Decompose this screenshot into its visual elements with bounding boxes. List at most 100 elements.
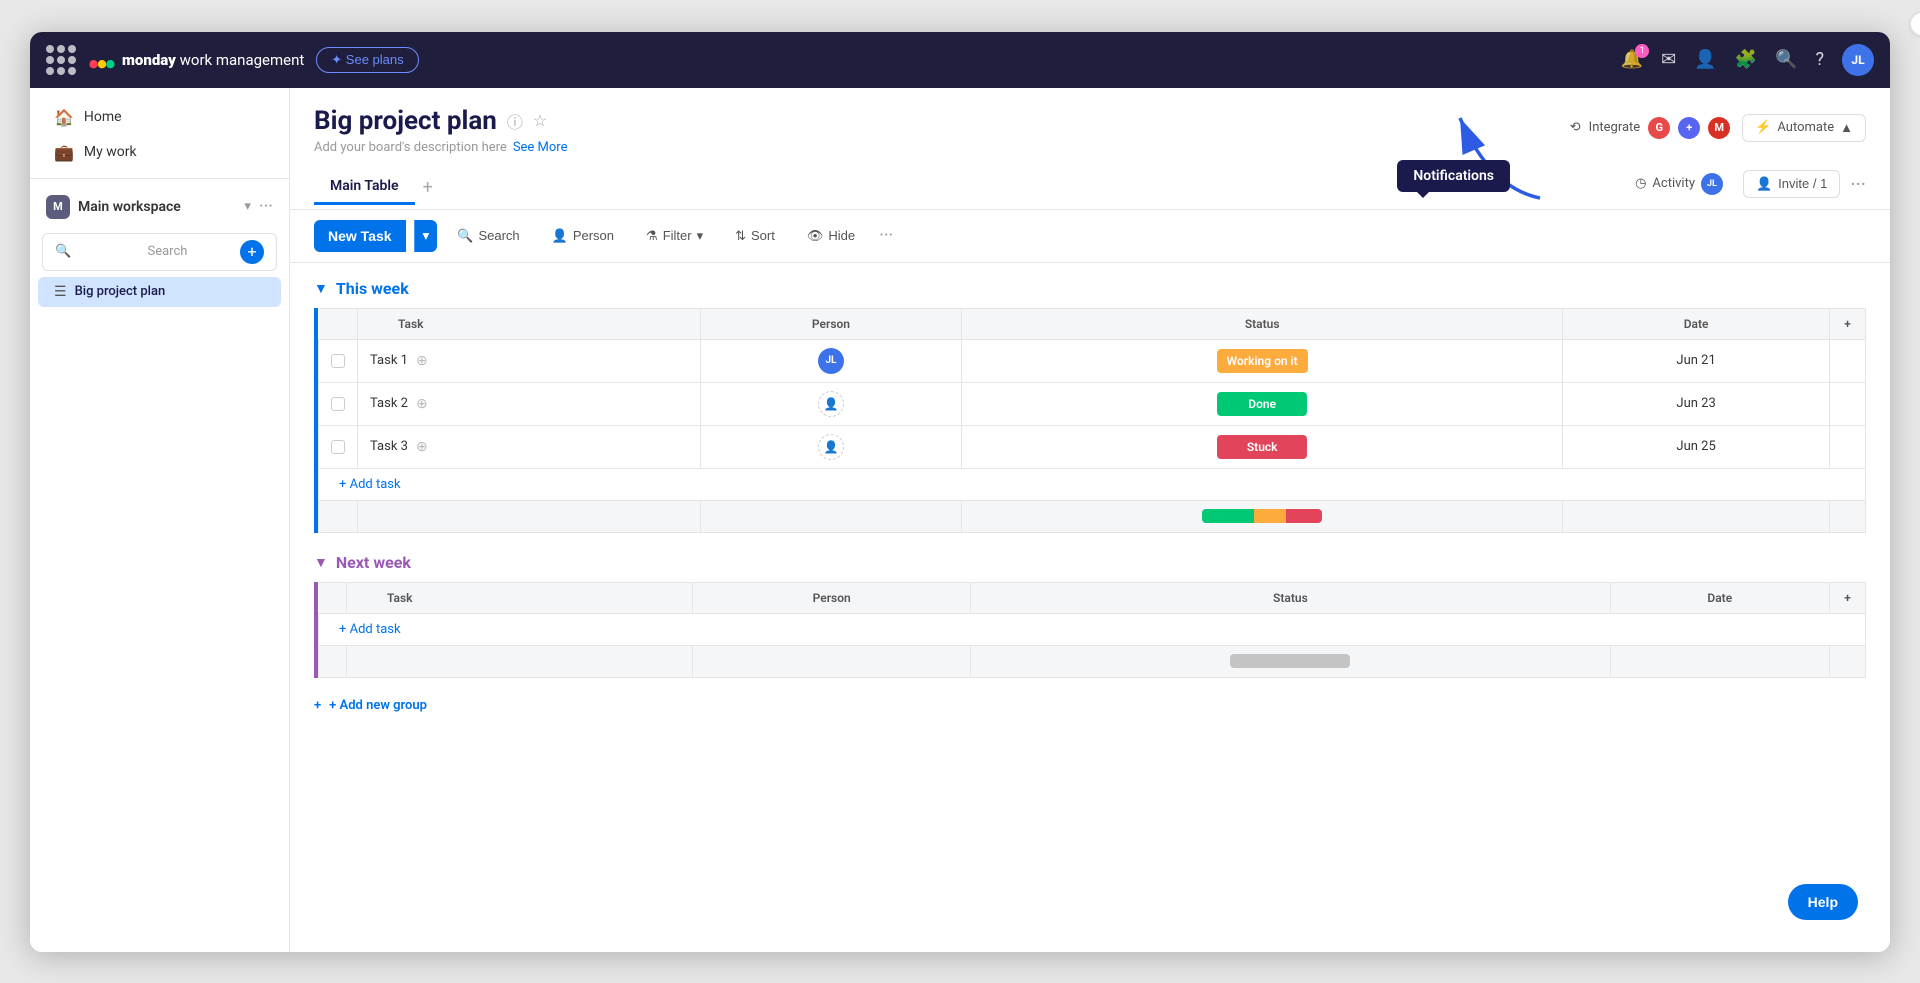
group-collapse-icon-next[interactable]: ▼ — [314, 554, 328, 571]
apps-icon[interactable]: 🧩 — [1735, 49, 1757, 70]
task-extra-3 — [1830, 425, 1866, 468]
workspace-icon: M — [46, 195, 70, 219]
invite-people-icon[interactable]: 👤 — [1694, 49, 1716, 70]
col-add[interactable]: + — [1830, 308, 1866, 339]
board-star-icon[interactable]: ☆ — [533, 111, 547, 130]
filter-icon: ⚗ — [646, 228, 658, 244]
new-task-button[interactable]: New Task — [314, 220, 406, 252]
content-area: Big project plan ⓘ ☆ Add your board's de… — [290, 88, 1890, 952]
see-more-link[interactable]: See More — [513, 140, 568, 155]
invite-button[interactable]: 👤 Invite / 1 — [1743, 170, 1840, 198]
task-status-3[interactable]: Stuck — [962, 425, 1563, 468]
group-collapse-icon[interactable]: ▼ — [314, 280, 328, 297]
sidebar-item-home[interactable]: 🏠 Home — [38, 100, 281, 135]
task-checkbox-2[interactable] — [319, 382, 358, 425]
apps-grid-icon[interactable] — [46, 45, 76, 75]
board-more-icon[interactable]: ··· — [1850, 172, 1866, 196]
summary-row-next-week — [319, 645, 1866, 677]
notifications-tooltip: Notifications — [1397, 160, 1510, 192]
sidebar-board-item[interactable]: ☰ Big project plan — [38, 277, 281, 307]
status-badge-done[interactable]: Done — [1217, 392, 1307, 416]
group-table-wrapper-next-week: Task Person Status Date + + Add task — [314, 582, 1866, 678]
sidebar-search-box[interactable]: 🔍 Search + — [42, 233, 277, 271]
task-status-2[interactable]: Done — [962, 382, 1563, 425]
integrate-button[interactable]: ⟲ Integrate G + M — [1570, 117, 1730, 139]
add-task-cell[interactable]: + Add task — [319, 468, 1866, 500]
summary-working-bar — [1254, 509, 1285, 523]
toolbar-more-icon[interactable]: ··· — [875, 225, 897, 246]
task-status-1[interactable]: Working on it — [962, 339, 1563, 382]
col-add-nw[interactable]: + — [1830, 582, 1866, 613]
add-icon: + — [314, 698, 321, 713]
help-icon[interactable]: ? — [1815, 49, 1824, 70]
col-task-nw: Task — [347, 582, 693, 613]
group-this-week: ▼ This week Task Person Status — [314, 279, 1866, 533]
tab-main-table[interactable]: Main Table — [314, 170, 415, 205]
filter-button[interactable]: ⚗ Filter ▾ — [634, 221, 715, 251]
search-icon[interactable]: 🔍 — [1775, 49, 1797, 70]
workspace-header[interactable]: M Main workspace ▾ ··· — [30, 187, 289, 227]
board-tabs: Main Table + — [314, 170, 441, 205]
group-header-this-week[interactable]: ▼ This week — [314, 279, 1866, 298]
hide-button[interactable]: 👁 Hide — [795, 221, 867, 251]
activity-avatar: JL — [1701, 173, 1723, 195]
help-button[interactable]: Help — [1788, 884, 1858, 920]
table-row: Task 2 ⊕ 👤 — [319, 382, 1866, 425]
add-new-group-button[interactable]: + + Add new group — [314, 698, 1866, 713]
see-plans-button[interactable]: ✦ See plans — [316, 47, 418, 73]
automate-label: Automate — [1777, 120, 1834, 135]
table-next-week: Task Person Status Date + + Add task — [318, 582, 1866, 678]
summary-empty-nw-5 — [1830, 645, 1866, 677]
task-avatar-1[interactable]: JL — [818, 348, 844, 374]
board-description: Add your board's description here — [314, 140, 507, 155]
add-task-row-next-week[interactable]: + Add task — [319, 613, 1866, 645]
automate-button[interactable]: ⚡ Automate ▲ — [1742, 114, 1866, 142]
status-badge-stuck[interactable]: Stuck — [1217, 435, 1307, 459]
add-task-row-this-week[interactable]: + Add task — [319, 468, 1866, 500]
inbox-icon[interactable]: ✉ — [1661, 49, 1676, 70]
summary-empty-1 — [319, 500, 358, 532]
task-add-person-icon-1[interactable]: ⊕ — [416, 353, 428, 369]
arrow-pointer — [1450, 108, 1570, 208]
top-nav: monday work management ✦ See plans 🔔 1 ✉… — [30, 32, 1890, 88]
board-header: Big project plan ⓘ ☆ Add your board's de… — [290, 88, 1890, 210]
search-toolbar-icon: 🔍 — [457, 228, 473, 244]
task-add-person-icon-3[interactable]: ⊕ — [416, 439, 428, 455]
task-checkbox-1[interactable] — [319, 339, 358, 382]
notification-badge: 1 — [1635, 44, 1649, 58]
board-info-icon[interactable]: ⓘ — [507, 109, 523, 133]
status-badge-working[interactable]: Working on it — [1217, 349, 1308, 373]
summary-empty-nw-4 — [1610, 645, 1829, 677]
user-avatar[interactable]: JL — [1842, 44, 1874, 76]
search-button[interactable]: 🔍 Search — [445, 221, 531, 251]
task-person-1[interactable]: JL — [700, 339, 961, 382]
workspace-dropdown-icon[interactable]: ▾ — [244, 199, 251, 214]
integrate-icon: ⟲ — [1570, 120, 1581, 135]
col-person: Person — [700, 308, 961, 339]
task-name-2: Task 2 ⊕ — [358, 382, 701, 425]
sidebar: 🏠 Home 💼 My work M Main workspace ▾ ··· … — [30, 88, 290, 952]
task-person-empty-3[interactable]: 👤 — [818, 434, 844, 460]
workspace-more-icon[interactable]: ··· — [259, 196, 273, 217]
monday-logo-icon — [88, 46, 116, 74]
add-task-cell-nw[interactable]: + Add task — [319, 613, 1866, 645]
task-checkbox-3[interactable] — [319, 425, 358, 468]
group-title-next-week: Next week — [336, 553, 411, 572]
add-board-button[interactable]: + — [240, 240, 264, 264]
sidebar-item-mywork[interactable]: 💼 My work — [38, 135, 281, 170]
group-header-next-week[interactable]: ▼ Next week — [314, 553, 1866, 572]
task-add-person-icon-2[interactable]: ⊕ — [416, 396, 428, 412]
summary-empty-5 — [1830, 500, 1866, 532]
activity-button[interactable]: ◷ Activity JL — [1625, 167, 1733, 201]
task-person-3[interactable]: 👤 — [700, 425, 961, 468]
new-task-dropdown[interactable]: ▾ — [414, 220, 438, 252]
person-filter-button[interactable]: 👤 Person — [540, 221, 626, 251]
task-person-2[interactable]: 👤 — [700, 382, 961, 425]
summary-empty-nw-2 — [347, 645, 693, 677]
activity-icon: ◷ — [1635, 176, 1646, 191]
col-date-nw: Date — [1610, 582, 1829, 613]
notifications-icon[interactable]: 🔔 1 — [1621, 49, 1643, 70]
task-person-empty-2[interactable]: 👤 — [818, 391, 844, 417]
add-tab-button[interactable]: + — [415, 177, 441, 198]
sort-button[interactable]: ⇅ Sort — [723, 221, 787, 251]
